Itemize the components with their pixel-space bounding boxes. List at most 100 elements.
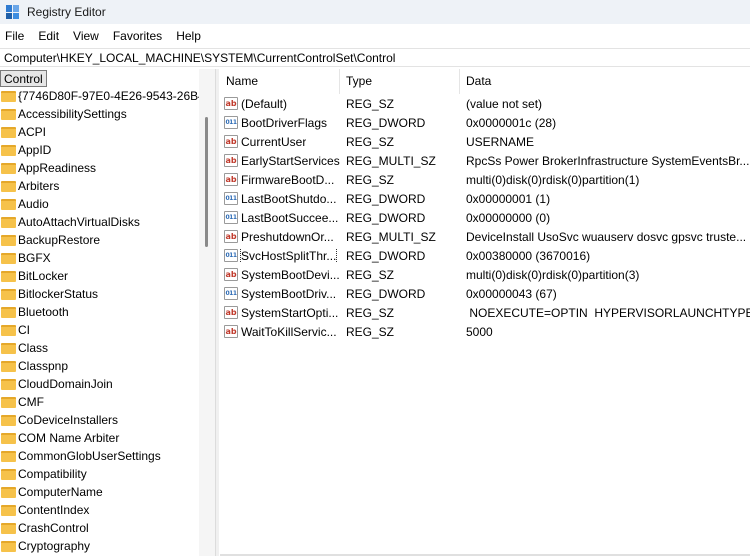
tree-item[interactable]: CrashControl [0,519,199,537]
folder-icon [1,468,16,480]
table-row[interactable]: 011 SystemBootDriv... REG_DWORD 0x00000043 … [220,284,750,303]
value-data: multi(0)disk(0)rdisk(0)partition(1) [466,172,640,187]
value-data: 0x00000000 (0) [466,210,551,225]
folder-icon [1,306,16,318]
value-type: REG_DWORD [346,286,426,301]
value-data: (value not set) [466,96,543,111]
tree-item-label: AutoAttachVirtualDisks [18,215,140,229]
tree-item-label: ACPI [18,125,47,139]
value-data: USERNAME [466,134,535,149]
tree-item[interactable]: BGFX [0,249,199,267]
tree-item[interactable]: Bluetooth [0,303,199,321]
folder-icon [1,162,16,174]
table-row[interactable]: 011 LastBootShutdo... REG_DWORD 0x00000001 … [220,189,750,208]
value-data: 0x00380000 (3670016) [466,248,591,263]
tree-item[interactable]: AutoAttachVirtualDisks [0,213,199,231]
column-header-type[interactable]: Type [340,69,460,94]
table-row[interactable]: 011 BootDriverFlags REG_DWORD 0x0000001c (2… [220,113,750,132]
tree-item-label: BitLocker [18,269,69,283]
tree-item[interactable]: CoDeviceInstallers [0,411,199,429]
key-tree[interactable]: Control {7746D80F-97E0-4E26-9543-26B41 Ac… [0,69,215,556]
value-name-cell: 011 SystemBootDriv... [220,287,340,301]
value-name-cell: 011 BootDriverFlags [220,116,340,130]
tree-item[interactable]: CMF [0,393,199,411]
folder-icon [1,342,16,354]
tree-item-label: ComputerName [18,485,103,499]
menu-edit[interactable]: Edit [38,29,59,43]
binary-value-icon: 011 [224,287,238,300]
tree-item-label: Bluetooth [18,305,69,319]
tree-scrollbar[interactable] [199,69,215,556]
value-name-cell: 011 LastBootSuccee... [220,211,340,225]
tree-item[interactable]: BackupRestore [0,231,199,249]
tree-item[interactable]: {7746D80F-97E0-4E26-9543-26B41 [0,87,199,105]
value-name: CurrentUser [241,134,307,149]
tree-item[interactable]: CommonGlobUserSettings [0,447,199,465]
table-row[interactable]: ab SystemBootDevi... REG_SZ multi(0)disk(0)… [220,265,750,284]
title-bar: Registry Editor [0,0,750,24]
tree-item-label: CrashControl [18,521,89,535]
tree-item-label: BGFX [18,251,51,265]
column-header-name[interactable]: Name [220,69,340,94]
pane-splitter[interactable] [215,69,219,556]
address-bar[interactable]: Computer\HKEY_LOCAL_MACHINE\SYSTEM\Curre… [0,48,750,67]
tree-item[interactable]: AccessibilitySettings [0,105,199,123]
tree-item-label: COM Name Arbiter [18,431,120,445]
menu-help[interactable]: Help [176,29,201,43]
value-name: LastBootShutdo... [241,191,337,206]
tree-item-label: Cryptography [18,539,91,553]
tree-item[interactable]: BitlockerStatus [0,285,199,303]
folder-icon [1,486,16,498]
menu-bar: File Edit View Favorites Help [0,26,750,46]
string-value-icon: ab [224,97,238,110]
table-row[interactable]: ab SystemStartOpti... REG_SZ NOEXECUTE=OPT… [220,303,750,322]
table-row[interactable]: ab WaitToKillServic... REG_SZ 5000 [220,322,750,341]
tree-item-label: AppReadiness [18,161,97,175]
table-row[interactable]: ab EarlyStartServices REG_MULTI_SZ RpcSs Po… [220,151,750,170]
values-list[interactable]: Name Type Data ab (Default) REG_SZ (value n… [220,69,750,556]
value-data: multi(0)disk(0)rdisk(0)partition(3) [466,267,640,282]
value-name: SvcHostSplitThr... [239,248,338,263]
column-header-data[interactable]: Data [460,69,750,94]
tree-item[interactable]: Audio [0,195,199,213]
table-row[interactable]: ab FirmwareBootD... REG_SZ multi(0)disk(0)r… [220,170,750,189]
tree-item-label: Class [18,341,49,355]
tree-scroll-thumb[interactable] [205,117,208,247]
table-row[interactable]: 011 LastBootSuccee... REG_DWORD 0x00000000 … [220,208,750,227]
binary-value-icon: 011 [224,116,238,129]
tree-item-label: Compatibility [18,467,87,481]
value-name: SystemBootDevi... [241,267,340,282]
tree-item[interactable]: ComputerName [0,483,199,501]
table-row[interactable]: ab PreshutdownOr... REG_MULTI_SZ DeviceInst… [220,227,750,246]
value-type: REG_DWORD [346,248,426,263]
tree-item[interactable]: ContentIndex [0,501,199,519]
value-name-cell: ab (Default) [220,97,340,111]
tree-item[interactable]: Compatibility [0,465,199,483]
address-path[interactable]: Computer\HKEY_LOCAL_MACHINE\SYSTEM\Curre… [4,51,395,65]
tree-item[interactable]: CI [0,321,199,339]
tree-item[interactable]: BitLocker [0,267,199,285]
menu-view[interactable]: View [73,29,99,43]
tree-item[interactable]: ACPI [0,123,199,141]
tree-item[interactable]: Arbiters [0,177,199,195]
value-type: REG_SZ [346,96,395,111]
table-row[interactable]: ab (Default) REG_SZ (value not set) [220,94,750,113]
menu-file[interactable]: File [5,29,24,43]
tree-item[interactable]: CloudDomainJoin [0,375,199,393]
tree-item-label: BackupRestore [18,233,101,247]
table-row[interactable]: 011 SvcHostSplitThr... REG_DWORD 0x00380000… [220,246,750,265]
tree-item[interactable]: COM Name Arbiter [0,429,199,447]
tree-item[interactable]: Cryptography [0,537,199,555]
binary-value-icon: 011 [224,211,238,224]
window-title: Registry Editor [27,5,106,19]
tree-item[interactable]: AppID [0,141,199,159]
tree-item[interactable]: Classpnp [0,357,199,375]
tree-item-control-selected[interactable]: Control [0,70,47,87]
menu-favorites[interactable]: Favorites [113,29,162,43]
tree-item[interactable]: AppReadiness [0,159,199,177]
value-name-cell: ab FirmwareBootD... [220,173,340,187]
tree-item[interactable]: Class [0,339,199,357]
string-value-icon: ab [224,325,238,338]
table-row[interactable]: ab CurrentUser REG_SZ USERNAME [220,132,750,151]
value-type: REG_MULTI_SZ [346,153,436,168]
